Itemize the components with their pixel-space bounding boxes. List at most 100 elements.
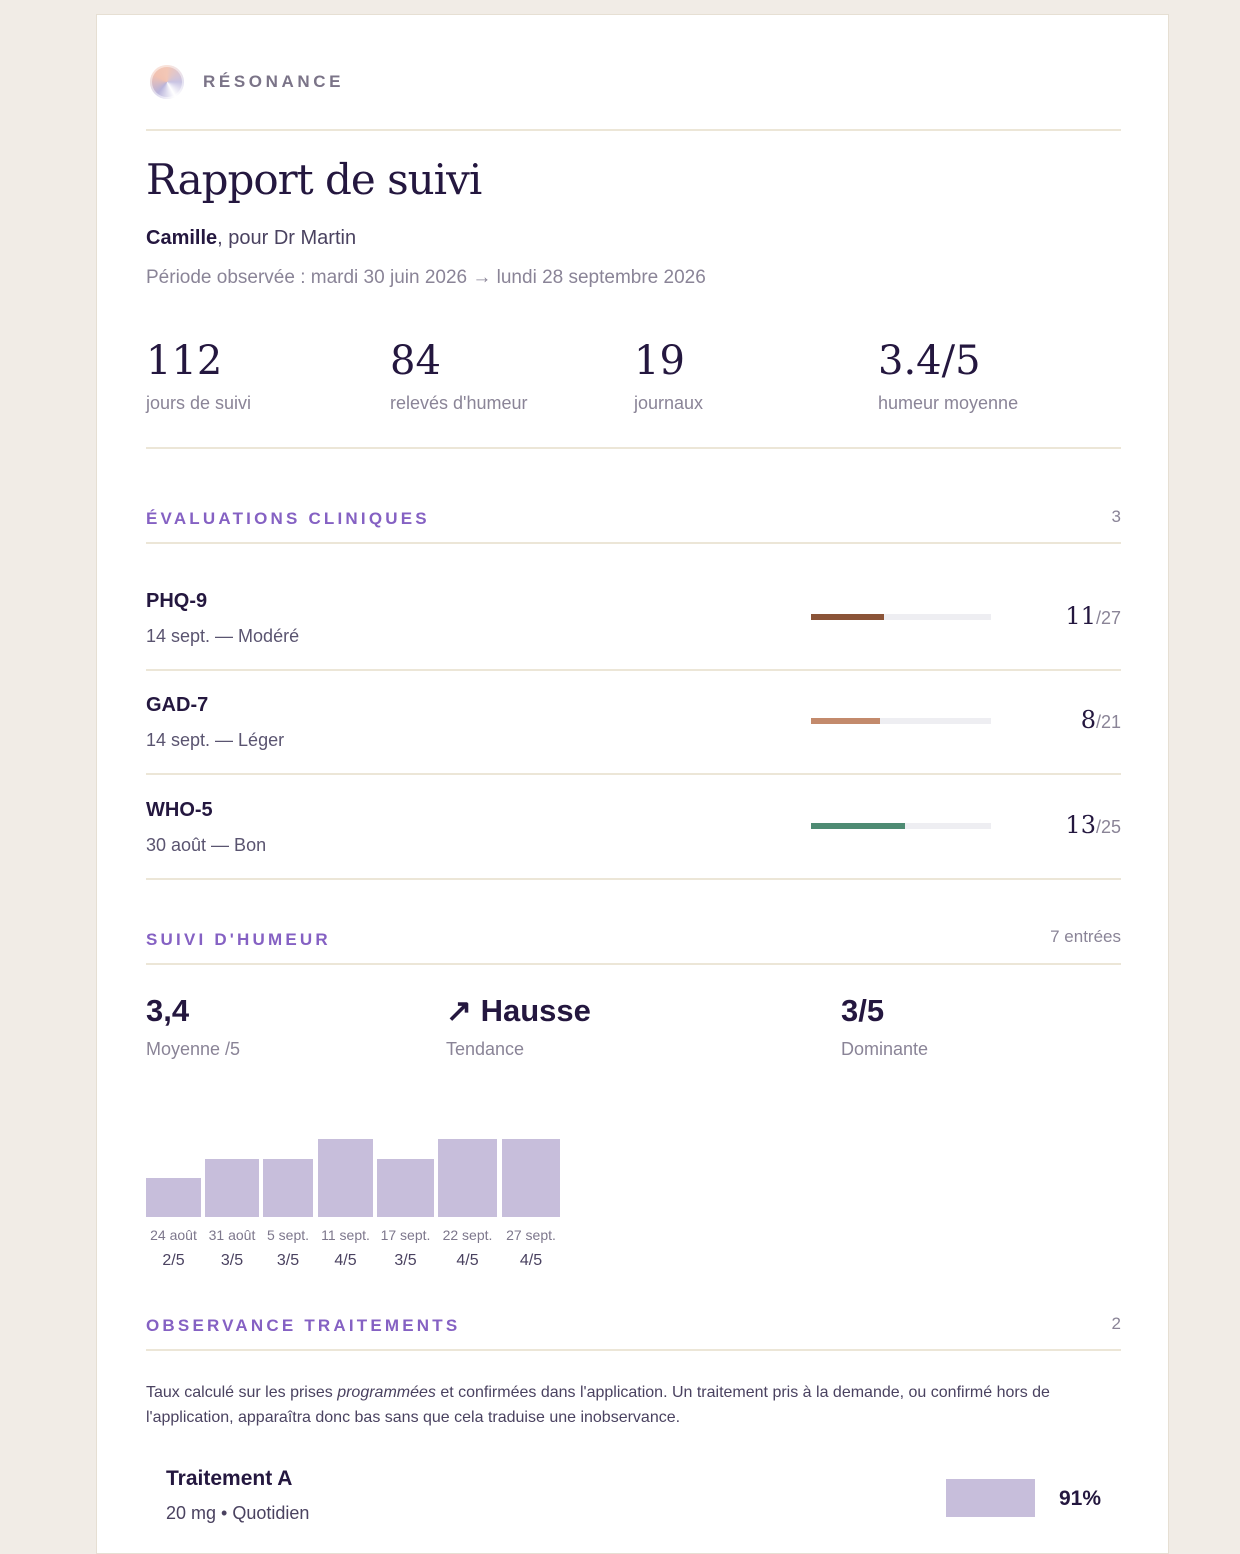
mood-bar xyxy=(377,1158,434,1217)
stat-label: journaux xyxy=(634,393,704,413)
evaluation-meta: 14 sept. — Modéré xyxy=(146,626,300,646)
mood-trend-value: ↗ Hausse xyxy=(446,991,591,1031)
section-count: 7 entrées xyxy=(1050,927,1121,946)
evaluation-name: GAD-7 xyxy=(146,694,209,716)
mood-bar xyxy=(146,1178,201,1217)
section-title-mood: SUIVI D'HUMEUR xyxy=(146,930,331,949)
score-fill xyxy=(811,614,885,620)
arrow-up-right-icon: ↗ xyxy=(446,993,472,1028)
mood-value-label: 4/5 xyxy=(334,1252,357,1269)
stat-value: 3.4/5 xyxy=(878,338,981,384)
mood-date-label: 17 sept. xyxy=(380,1227,431,1243)
mood-average-label: Moyenne /5 xyxy=(146,1039,241,1059)
stat-value: 84 xyxy=(390,338,441,384)
mood-date-label: 24 août xyxy=(150,1227,197,1243)
brand-header: RÉSONANCE xyxy=(150,65,344,99)
patient-line: Camille, pour Dr Martin xyxy=(146,227,356,250)
divider xyxy=(146,878,1121,880)
evaluation-row: PHQ-9 14 sept. — Modéré 11/27 xyxy=(146,568,1121,672)
divider xyxy=(146,963,1121,965)
section-title-evaluations: ÉVALUATIONS CLINIQUES xyxy=(146,509,430,528)
evaluation-score: 8/21 xyxy=(1081,706,1121,734)
score-max: /25 xyxy=(1095,817,1121,837)
mood-bar-chart: 24 août 2/5 31 août 3/5 5 sept. 3/5 11 sept. 4/… xyxy=(146,1105,576,1275)
section-count: 2 xyxy=(1111,1314,1121,1333)
mood-value-label: 4/5 xyxy=(519,1252,543,1269)
stat-label: jours de suivi xyxy=(146,393,252,413)
mood-average-value: 3,4 xyxy=(146,993,190,1028)
mood-date-label: 11 sept. xyxy=(321,1227,370,1243)
mood-bar xyxy=(263,1158,313,1217)
mood-bar xyxy=(502,1139,560,1217)
adherence-bar xyxy=(946,1479,1035,1517)
mood-bar xyxy=(318,1139,373,1217)
evaluation-meta: 30 août — Bon xyxy=(146,835,267,855)
mood-dominant: 3/5 Dominante xyxy=(841,991,928,1060)
score-track xyxy=(811,614,991,620)
divider xyxy=(146,129,1121,131)
treatment-meta: 20 mg • Quotidien xyxy=(166,1503,310,1523)
evaluation-meta: 14 sept. — Léger xyxy=(146,730,285,750)
score-fill xyxy=(811,823,905,829)
section-title-adherence: OBSERVANCE TRAITEMENTS xyxy=(146,1316,461,1335)
score-value: 11 xyxy=(1065,602,1096,630)
section-count: 3 xyxy=(1111,507,1121,526)
patient-name: Camille xyxy=(146,227,218,249)
stat-value: 19 xyxy=(634,338,685,384)
mood-dominant-label: Dominante xyxy=(841,1039,929,1059)
score-max: /21 xyxy=(1095,712,1121,732)
divider xyxy=(146,1349,1121,1351)
mood-value-label: 4/5 xyxy=(456,1252,479,1269)
score-value: 13 xyxy=(1065,811,1096,839)
period-text: Période observée : mardi 30 juin 2026 → … xyxy=(146,267,706,288)
recipient: , pour Dr Martin xyxy=(217,227,357,249)
score-fill xyxy=(811,718,880,724)
evaluation-row: GAD-7 14 sept. — Léger 8/21 xyxy=(146,672,1121,776)
evaluation-score: 11/27 xyxy=(1065,602,1121,630)
orb-logo-icon xyxy=(150,65,184,99)
divider xyxy=(146,669,1121,671)
adherence-note: Taux calculé sur les prises programmées … xyxy=(146,1380,1121,1430)
stat-average-mood: 3.4/5 humeur moyenne xyxy=(878,335,1018,414)
score-track xyxy=(811,718,991,724)
treatment-row: Traitement A 20 mg • Quotidien 91% xyxy=(166,1467,1101,1537)
evaluation-score: 13/25 xyxy=(1065,811,1121,839)
page-title: Rapport de suivi xyxy=(146,155,482,204)
mood-bar xyxy=(205,1158,259,1217)
divider xyxy=(146,447,1121,449)
score-value: 8 xyxy=(1080,706,1096,734)
note-text: Taux calculé sur les prises xyxy=(146,1384,338,1401)
score-track xyxy=(811,823,991,829)
mood-trend: ↗ Hausse Tendance xyxy=(446,991,591,1060)
mood-value-label: 3/5 xyxy=(276,1252,300,1269)
stat-days: 112 jours de suivi xyxy=(146,335,251,414)
score-max: /27 xyxy=(1095,608,1121,628)
mood-bar xyxy=(438,1139,497,1217)
stat-value: 112 xyxy=(146,338,223,384)
stat-label: relevés d'humeur xyxy=(390,393,528,413)
report-page: RÉSONANCE Rapport de suivi Camille, pour… xyxy=(96,14,1169,1554)
trend-text: Hausse xyxy=(480,993,591,1028)
stat-label: humeur moyenne xyxy=(878,393,1019,413)
mood-value-label: 3/5 xyxy=(220,1252,244,1269)
summary-stats: 112 jours de suivi 84 relevés d'humeur 1… xyxy=(146,335,1121,435)
mood-date-label: 22 sept. xyxy=(442,1227,493,1243)
stat-journals: 19 journaux xyxy=(634,335,703,414)
mood-dominant-value: 3/5 xyxy=(841,993,885,1028)
evaluation-name: PHQ-9 xyxy=(146,590,208,612)
divider xyxy=(146,773,1121,775)
mood-value-label: 2/5 xyxy=(162,1252,185,1269)
mood-trend-label: Tendance xyxy=(446,1039,525,1059)
adherence-percent: 91% xyxy=(1058,1487,1101,1510)
evaluation-name: WHO-5 xyxy=(146,799,213,821)
mood-summary: 3,4 Moyenne /5 ↗ Hausse Tendance 3/5 Dom… xyxy=(146,991,1121,1081)
note-emphasis: programmées xyxy=(337,1384,436,1401)
mood-date-label: 5 sept. xyxy=(266,1227,310,1243)
mood-value-label: 3/5 xyxy=(394,1252,417,1269)
stat-mood-readings: 84 relevés d'humeur xyxy=(390,335,528,414)
mood-average: 3,4 Moyenne /5 xyxy=(146,991,240,1060)
mood-date-label: 27 sept. xyxy=(506,1227,556,1243)
divider xyxy=(146,542,1121,544)
brand-name: RÉSONANCE xyxy=(203,72,345,91)
mood-date-label: 31 août xyxy=(208,1227,256,1243)
